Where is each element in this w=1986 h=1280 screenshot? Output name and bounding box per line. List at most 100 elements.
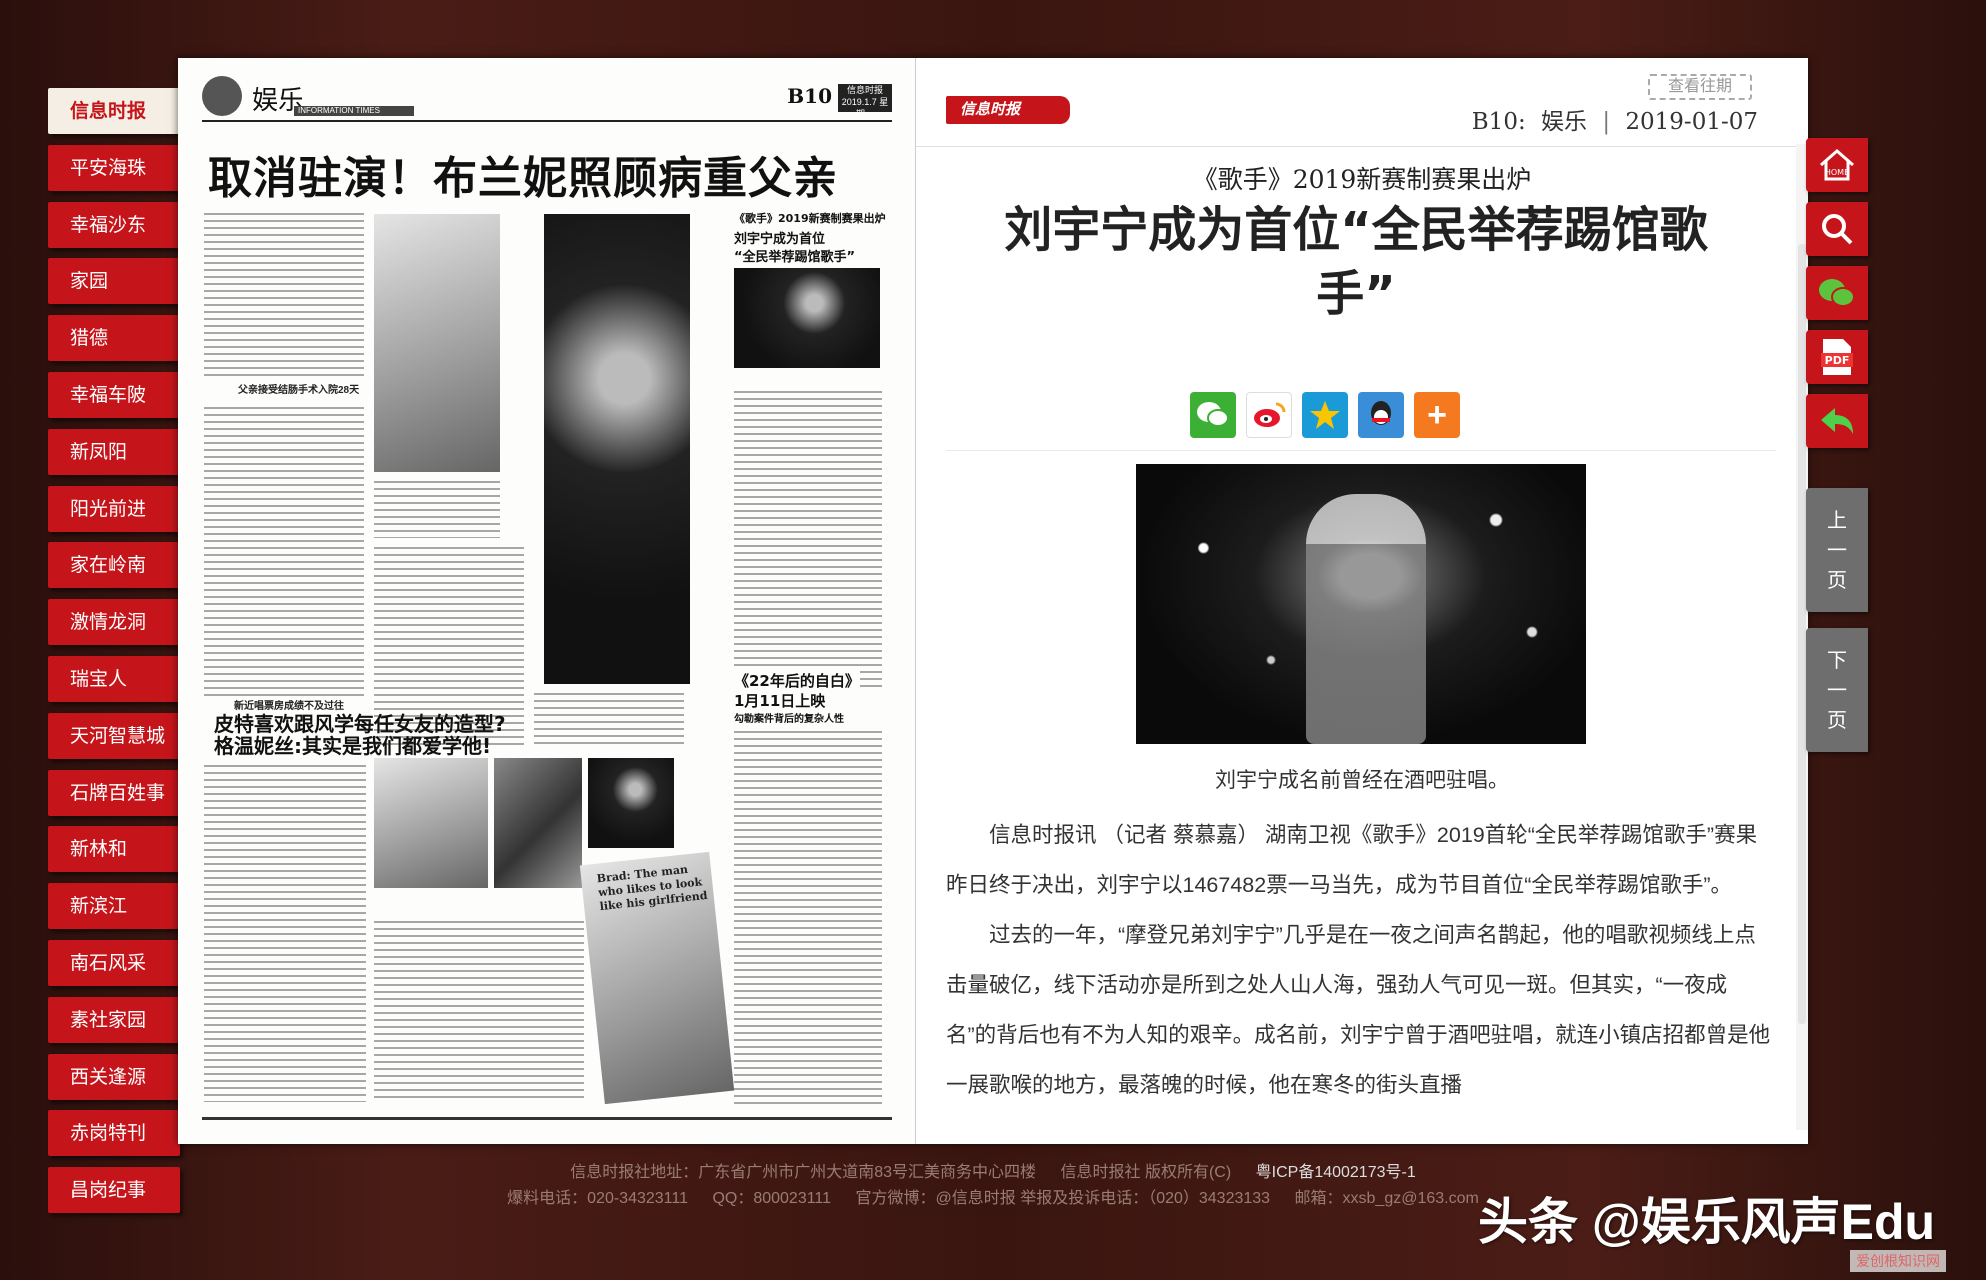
sidebar-item-xinxishibao[interactable]: 信息时报	[48, 88, 182, 134]
side-article-kicker: 《歌手》2019新赛制赛果出炉	[734, 212, 886, 225]
side-article-title: “全民举荐踢馆歌手”	[734, 250, 856, 265]
text-column	[734, 388, 882, 688]
corner-watermark: 爱创根知识网	[1850, 1250, 1946, 1272]
weibo-icon[interactable]	[1246, 392, 1292, 438]
singer-figure	[1306, 494, 1426, 744]
sidebar-item-xingfushadong[interactable]: 幸福沙东	[48, 201, 180, 248]
share-bar: +	[1190, 392, 1460, 438]
text-column	[534, 690, 684, 746]
side-article-title: 《22年后的自白》	[734, 670, 860, 691]
jolie-pitt-photo	[494, 758, 582, 888]
sidebar-item-nanshifengcai[interactable]: 南石风采	[48, 939, 180, 986]
article-kicker: 《歌手》2019新赛制赛果出炉	[1192, 165, 1532, 194]
pitt-photo	[588, 758, 674, 848]
article-paragraph: 信息时报讯 （记者 蔡慕嘉） 湖南卫视《歌手》2019首轮“全民举荐踢馆歌手”赛…	[946, 823, 1758, 897]
article-body: 信息时报讯 （记者 蔡慕嘉） 湖南卫视《歌手》2019首轮“全民举荐踢馆歌手”赛…	[946, 810, 1776, 1110]
content-divider	[946, 450, 1776, 451]
text-column	[734, 728, 882, 1108]
sidebar-item-liede[interactable]: 猎德	[48, 315, 180, 362]
wechat-icon[interactable]	[1190, 392, 1236, 438]
newspaper-headline: 取消驻演！布兰妮照顾病重父亲	[208, 153, 838, 204]
article-title: 刘宇宁成为首位“全民举荐踢馆歌手”	[1004, 202, 1708, 322]
sidebar-item-jiqinglongdong[interactable]: 激情龙洞	[48, 599, 180, 646]
pdf-button[interactable]: PDF	[1806, 330, 1868, 384]
pdf-icon: PDF	[1821, 339, 1853, 375]
sidebar-item-xinlinhe[interactable]: 新林和	[48, 826, 180, 873]
footer-icp[interactable]: 粤ICP备14002173号-1	[1256, 1164, 1416, 1181]
reader-panel: 娱乐 INFORMATION TIMES B10 信息时报 2019.1.7 星…	[178, 58, 1808, 1144]
sidebar-item-xinfengyang[interactable]: 新凤阳	[48, 428, 180, 475]
next-page-button[interactable]: 下一页	[1806, 628, 1868, 752]
side-article-kicker: 勾勒案件背后的复杂人性	[734, 714, 844, 725]
search-button[interactable]	[1806, 202, 1868, 256]
photo-caption: 刘宇宁成名前曾经在酒吧驻唱。	[1215, 769, 1509, 792]
tool-bar: HOME PDF	[1806, 138, 1868, 458]
newspaper-page-image[interactable]: 娱乐 INFORMATION TIMES B10 信息时报 2019.1.7 星…	[178, 58, 916, 1144]
newspaper-subheadline: 格温妮丝:其实是我们都爱学他!	[214, 734, 492, 758]
footer-hotline: 爆料电话：020-34323111	[507, 1190, 688, 1207]
qq-icon[interactable]	[1358, 392, 1404, 438]
article-paragraph: 过去的一年，“摩登兄弟刘宇宁”几乎是在一夜之间声名鹊起，他的唱歌视频线上点击量破…	[946, 923, 1771, 1097]
paltrow-pitt-photo	[374, 758, 488, 888]
wechat-share-button[interactable]	[1806, 266, 1868, 320]
next-page-label: 下一页	[1827, 650, 1847, 732]
prev-page-button[interactable]: 上一页	[1806, 488, 1868, 612]
newspaper-page-number: B10	[787, 84, 832, 108]
sidebar-item-jiazailingnan[interactable]: 家在岭南	[48, 542, 180, 589]
header-divider	[916, 146, 1808, 147]
prev-page-label: 上一页	[1827, 510, 1847, 592]
newspaper-section-bar: INFORMATION TIMES	[294, 106, 414, 116]
newspaper-footer-rule	[202, 1117, 892, 1120]
sidebar-item-pinganhaizhu[interactable]: 平安海珠	[48, 144, 180, 191]
sidebar-item-yangguangqianjin[interactable]: 阳光前进	[48, 485, 180, 532]
text-column	[374, 478, 500, 538]
section-name: 娱乐	[1541, 109, 1588, 135]
sidebar-item-chigangtekan[interactable]: 赤岗特刊	[48, 1110, 180, 1157]
home-icon: HOME	[1820, 149, 1854, 181]
brand-logo: 信息时报	[946, 96, 1070, 124]
footer-email: 邮箱：xxsb_gz@163.com	[1294, 1190, 1479, 1207]
scrollbar-thumb[interactable]	[1798, 244, 1806, 1024]
more-icon[interactable]: +	[1414, 392, 1460, 438]
side-article-title: 刘宇宁成为首位	[734, 232, 826, 247]
qzone-icon[interactable]	[1302, 392, 1348, 438]
newspaper-subheading: 父亲接受结肠手术入院28天	[238, 385, 360, 396]
wechat-icon	[1819, 279, 1855, 307]
sidebar-item-xingfuchebei[interactable]: 幸福车陂	[48, 371, 180, 418]
back-arrow-icon	[1821, 408, 1853, 434]
platform-watermark: 头条 @娱乐风声Edu	[1478, 1194, 1936, 1250]
footer-qq: QQ：800023111	[712, 1190, 832, 1207]
sidebar-item-shipaibaixingshi[interactable]: 石牌百姓事	[48, 769, 180, 816]
footer-weibo: 官方微博：@信息时报 举报及投诉电话：（020）34323133	[855, 1190, 1271, 1207]
article-pane: 信息时报 查看往期 B10: 娱乐 | 2019-01-07 《歌手》2019新…	[916, 58, 1808, 1144]
footer-copyright: 信息时报社 版权所有(C)	[1060, 1164, 1232, 1181]
side-article-title: 1月11日上映	[734, 692, 826, 710]
family-photo	[374, 214, 500, 472]
sidebar-item-jiayuan[interactable]: 家园	[48, 258, 180, 305]
britney-photo	[544, 214, 690, 684]
home-label: HOME	[1825, 168, 1849, 177]
footer-address: 信息时报社地址：广东省广州市广州大道南83号汇美商务中心四楼	[570, 1164, 1037, 1181]
text-column	[204, 762, 366, 1102]
pdf-label: PDF	[1825, 354, 1850, 367]
edition-sidebar: 信息时报 平安海珠 幸福沙东 家园 猎德 幸福车陂 新凤阳 阳光前进 家在岭南 …	[48, 88, 182, 1224]
sidebar-item-xinbinjiang[interactable]: 新滨江	[48, 883, 180, 930]
view-past-issues-button[interactable]: 查看往期	[1648, 74, 1752, 100]
sidebar-item-ruibaoren[interactable]: 瑞宝人	[48, 655, 180, 702]
side-article-photo	[734, 268, 880, 368]
meta-separator: |	[1602, 109, 1611, 135]
newspaper-date-tag: 信息时报 2019.1.7 星期一	[838, 84, 892, 119]
issue-date: 2019-01-07	[1625, 109, 1758, 135]
article-photo[interactable]	[1136, 464, 1586, 744]
text-column	[204, 210, 364, 378]
back-button[interactable]	[1806, 394, 1868, 448]
sidebar-item-sushejiayuan[interactable]: 素社家园	[48, 996, 180, 1043]
sidebar-item-tianhezhihuicheng[interactable]: 天河智慧城	[48, 712, 180, 759]
search-icon	[1822, 214, 1853, 245]
sidebar-item-xiguanfengyuan[interactable]: 西关逢源	[48, 1053, 180, 1100]
newspaper-masthead: 娱乐 INFORMATION TIMES B10 信息时报 2019.1.7 星…	[202, 76, 892, 122]
newspaper-logo-icon	[202, 76, 242, 116]
text-column	[374, 918, 584, 1102]
home-button[interactable]: HOME	[1806, 138, 1868, 192]
issue-meta: B10: 娱乐 | 2019-01-07	[1472, 102, 1758, 136]
